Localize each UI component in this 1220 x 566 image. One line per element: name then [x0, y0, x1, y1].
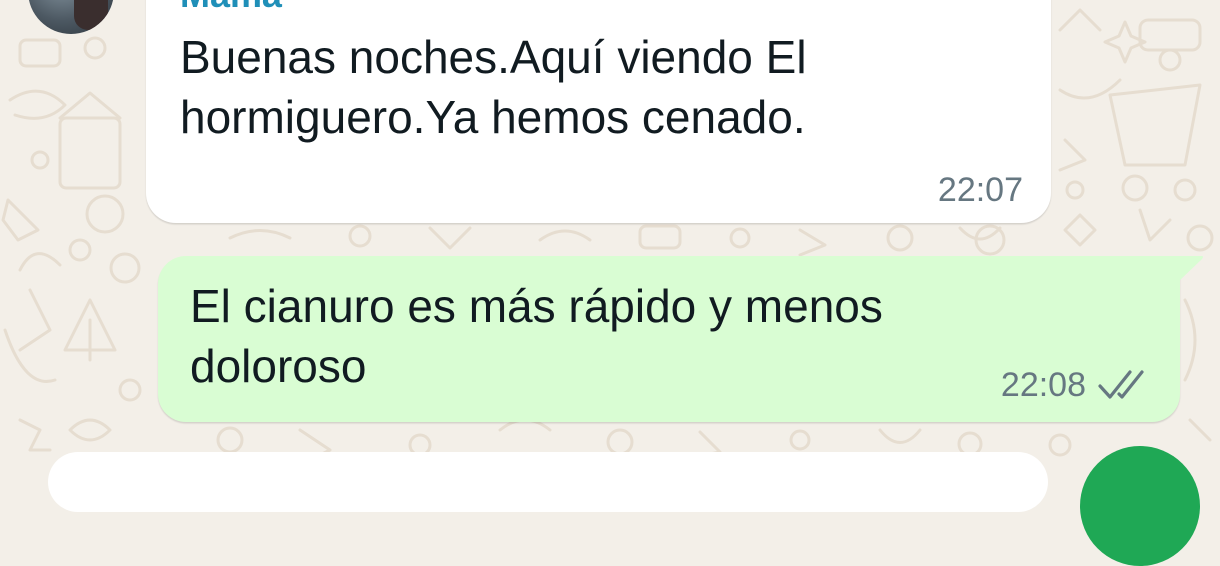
sender-name[interactable]: Mamá [180, 0, 282, 16]
bubble-tail [1178, 256, 1203, 282]
avatar-photo-detail [74, 0, 108, 30]
send-icon[interactable] [1080, 446, 1200, 566]
double-check-icon [1098, 370, 1144, 399]
outgoing-message-bubble[interactable]: El cianuro es más rápido y menos doloros… [158, 256, 1180, 422]
message-text: Buenas noches.Aquí viendo El hormiguero.… [180, 31, 807, 143]
incoming-message-bubble[interactable]: Mamá Buenas noches.Aquí viendo El hormig… [146, 0, 1051, 223]
message-input-bar[interactable] [48, 452, 1048, 512]
message-timestamp: 22:08 [1000, 366, 1086, 404]
message-timestamp: 22:07 [937, 171, 1023, 209]
